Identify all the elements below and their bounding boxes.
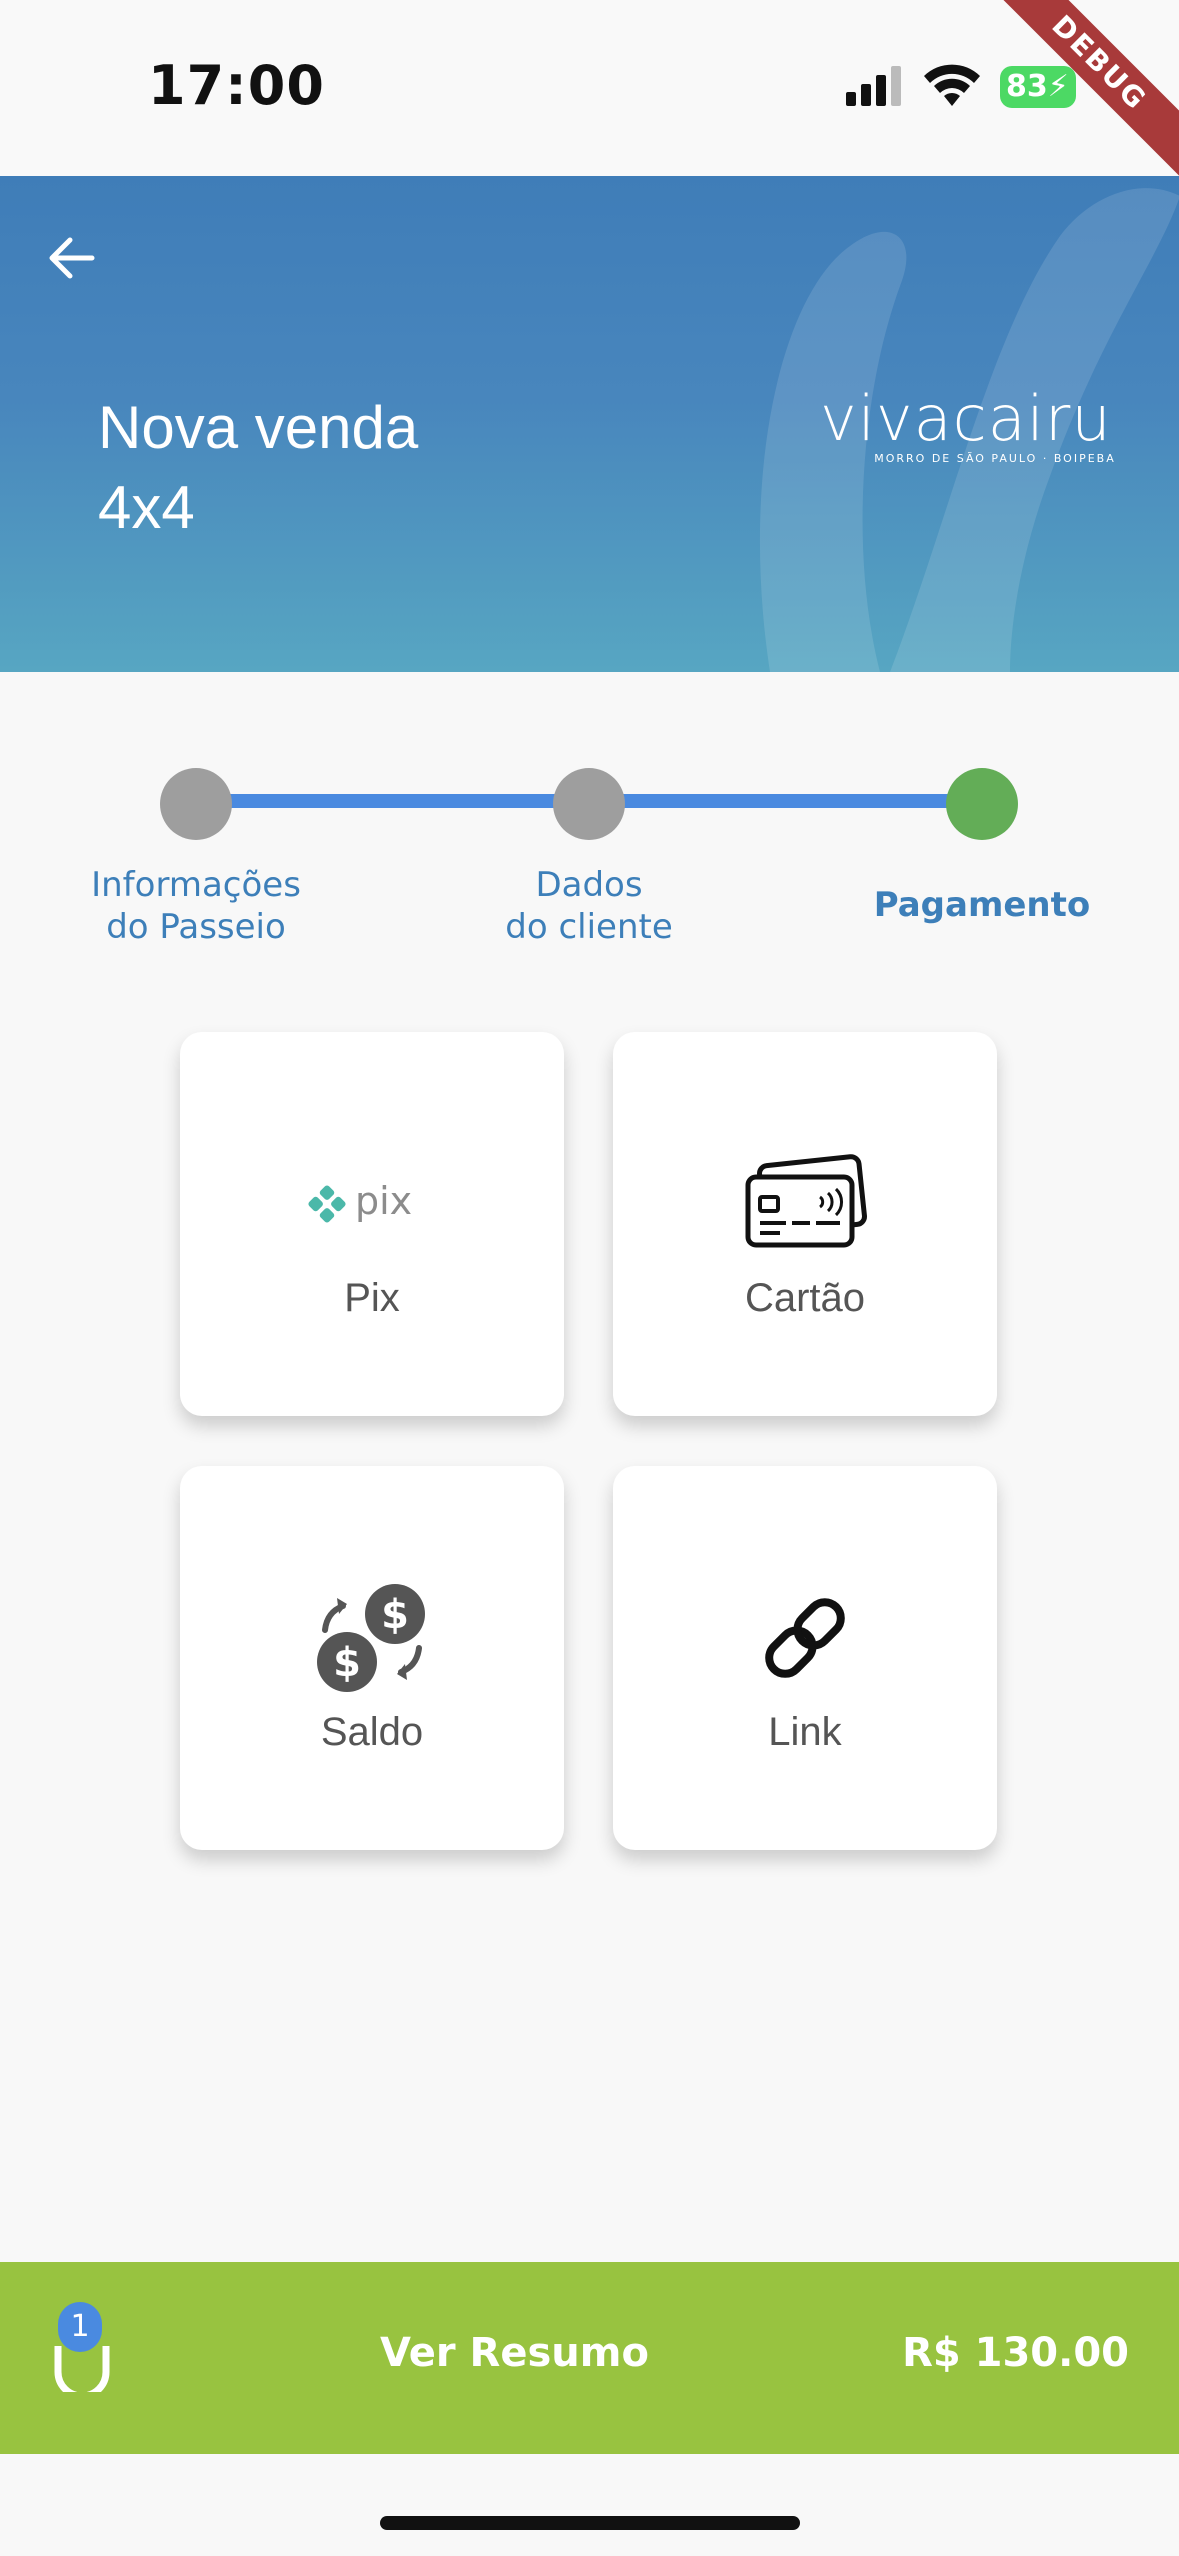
- view-summary-button[interactable]: Ver Resumo: [380, 2330, 649, 2376]
- step-label-line: do cliente: [505, 907, 673, 947]
- title-line-2: 4x4: [98, 474, 195, 541]
- home-indicator[interactable]: [380, 2516, 800, 2530]
- status-time: 17:00: [148, 54, 325, 117]
- step-dot-dados: [553, 768, 625, 840]
- step-dot-informacoes: [160, 768, 232, 840]
- payment-option-link[interactable]: Link: [613, 1466, 997, 1850]
- step-label-pagamento: Pagamento: [873, 885, 1091, 925]
- charging-bolt-icon: ⚡: [1047, 69, 1069, 104]
- status-bar: 17:00 83⚡ DEBUG: [0, 0, 1179, 186]
- link-icon: [613, 1578, 997, 1698]
- step-label-informacoes: Informações do Passeio: [46, 864, 346, 948]
- cart-count-badge: 1: [58, 2302, 102, 2352]
- logo-wordmark: vivacairu: [820, 382, 1112, 455]
- payment-option-pix[interactable]: pix Pix: [180, 1032, 564, 1416]
- wifi-icon: [924, 64, 980, 106]
- currency-exchange-icon: $ $: [180, 1578, 564, 1698]
- payment-option-cartao[interactable]: Cartão: [613, 1032, 997, 1416]
- summary-bar[interactable]: 1 Ver Resumo R$ 130.00: [0, 2262, 1179, 2454]
- payment-option-saldo[interactable]: $ $ Saldo: [180, 1466, 564, 1850]
- battery-indicator: 83⚡: [1000, 66, 1076, 108]
- step-label-line: do Passeio: [106, 907, 286, 947]
- step-label-line: Informações: [91, 865, 301, 905]
- title-line-1: Nova venda: [98, 394, 419, 461]
- header-banner: Nova venda 4x4 vivacairu MORRO DE SÃO PA…: [0, 176, 1179, 672]
- vivacairu-logo: vivacairu MORRO DE SÃO PAULO · BOIPEBA: [820, 388, 1120, 468]
- step-label-line: Dados: [535, 865, 643, 905]
- back-arrow-icon[interactable]: [40, 226, 104, 290]
- payment-option-label: Pix: [344, 1276, 400, 1320]
- battery-level: 83: [1006, 69, 1048, 104]
- order-total: R$ 130.00: [902, 2330, 1129, 2376]
- pix-logo-text: pix: [355, 1179, 412, 1223]
- pix-logo-icon: pix: [180, 1144, 564, 1264]
- cellular-signal-icon: [846, 66, 901, 106]
- page-title: Nova venda 4x4: [98, 388, 418, 548]
- svg-text:$: $: [381, 1592, 409, 1638]
- payment-option-label: Link: [768, 1710, 842, 1754]
- step-label-dados: Dados do cliente: [439, 864, 739, 948]
- payment-option-label: Saldo: [320, 1710, 424, 1754]
- payment-option-label: Cartão: [744, 1276, 866, 1320]
- step-dot-pagamento: [946, 768, 1018, 840]
- credit-card-icon: [613, 1144, 997, 1264]
- svg-text:$: $: [333, 1640, 361, 1686]
